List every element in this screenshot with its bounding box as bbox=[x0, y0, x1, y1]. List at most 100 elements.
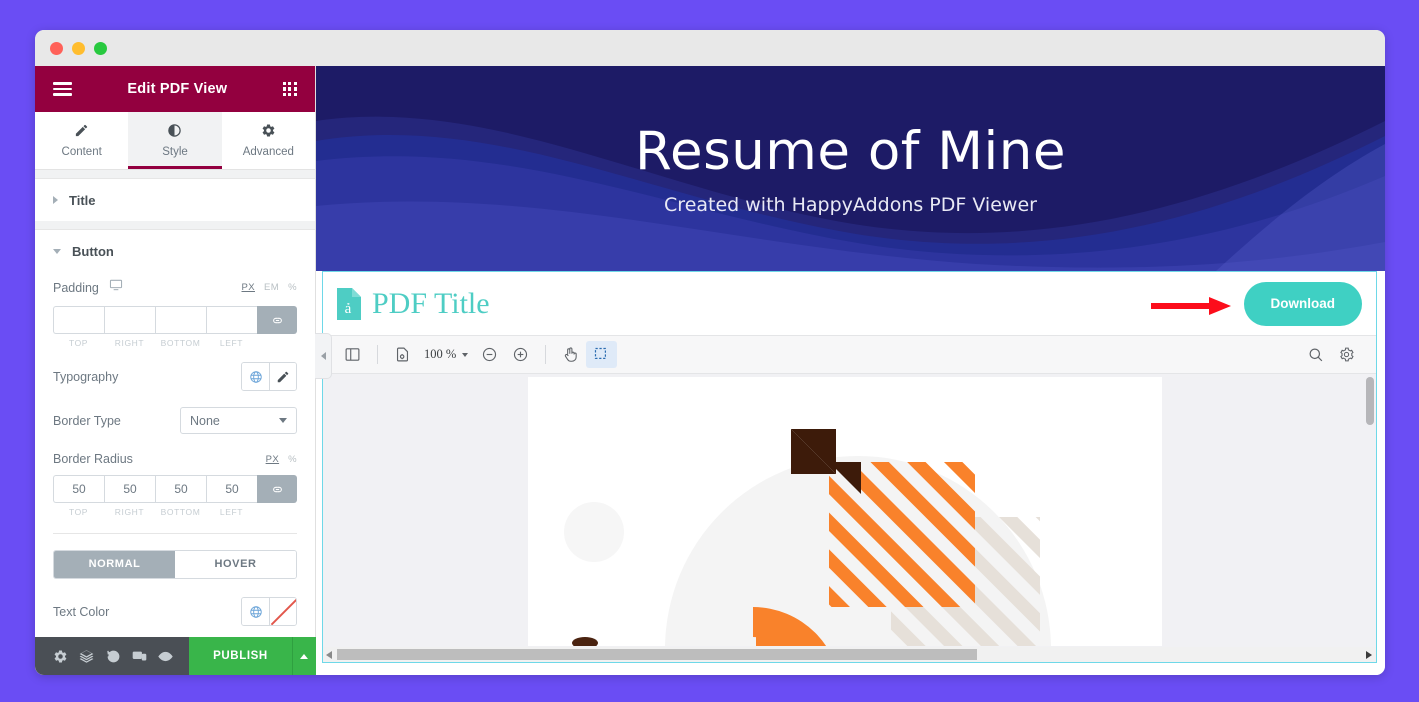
padding-left-label: LEFT bbox=[219, 338, 244, 348]
history-icon[interactable] bbox=[100, 649, 126, 664]
zoom-level-select[interactable]: 100 % bbox=[418, 347, 474, 362]
padding-right-label: RIGHT bbox=[114, 338, 145, 348]
border-radius-unit-percent[interactable]: % bbox=[288, 454, 297, 465]
state-tab-normal[interactable]: NORMAL bbox=[54, 551, 175, 578]
border-type-select[interactable]: None bbox=[180, 407, 297, 434]
padding-left-input[interactable] bbox=[206, 306, 257, 334]
desktop-icon[interactable] bbox=[109, 278, 123, 297]
settings-gear-icon[interactable] bbox=[47, 649, 73, 664]
preview-area: Resume of Mine Created with HappyAddons … bbox=[315, 66, 1385, 675]
hamburger-icon[interactable] bbox=[53, 82, 72, 96]
padding-top-input[interactable] bbox=[53, 306, 104, 334]
text-color-control-row: Text Color bbox=[53, 597, 297, 626]
padding-top-cell: TOP bbox=[53, 306, 104, 348]
editor-sidebar: Edit PDF View Content Style Advanced Tit… bbox=[35, 66, 317, 675]
scroll-left-arrow-icon[interactable] bbox=[326, 650, 332, 659]
tab-content[interactable]: Content bbox=[35, 112, 129, 169]
section-title[interactable]: Title bbox=[35, 179, 315, 221]
radius-top-input[interactable] bbox=[53, 475, 104, 503]
padding-unit-em[interactable]: EM bbox=[264, 282, 279, 293]
tab-style[interactable]: Style bbox=[128, 112, 222, 169]
toolbar-separator bbox=[545, 345, 547, 364]
border-type-control-row: Border Type None bbox=[53, 407, 297, 434]
hero-subtitle: Created with HappyAddons PDF Viewer bbox=[664, 194, 1037, 216]
radius-top-cell: TOP bbox=[53, 475, 104, 517]
pdf-page-artwork bbox=[528, 377, 1162, 646]
search-icon[interactable] bbox=[1300, 341, 1331, 368]
radius-left-input[interactable] bbox=[206, 475, 257, 503]
state-tab-hover[interactable]: HOVER bbox=[175, 551, 296, 578]
padding-bottom-input[interactable] bbox=[155, 306, 206, 334]
publish-options-caret-icon[interactable] bbox=[291, 637, 317, 675]
browser-window: Edit PDF View Content Style Advanced Tit… bbox=[35, 30, 1385, 675]
pencil-icon bbox=[74, 123, 89, 141]
window-maximize-button[interactable] bbox=[94, 41, 107, 55]
chevron-down-icon bbox=[53, 248, 61, 254]
border-radius-link-icon[interactable] bbox=[257, 475, 297, 503]
padding-left-cell: LEFT bbox=[206, 306, 257, 348]
navigator-layers-icon[interactable] bbox=[73, 649, 99, 664]
padding-inputs: TOP RIGHT BOTTOM LEFT bbox=[53, 306, 297, 348]
download-button[interactable]: Download bbox=[1243, 281, 1362, 326]
text-color-buttons bbox=[241, 597, 297, 626]
vertical-scrollbar[interactable] bbox=[1366, 377, 1374, 646]
pencil-edit-icon[interactable] bbox=[269, 363, 296, 390]
publish-button[interactable]: PUBLISH bbox=[189, 637, 292, 675]
vertical-scrollbar-thumb[interactable] bbox=[1366, 377, 1374, 425]
radius-bottom-label: BOTTOM bbox=[160, 507, 201, 517]
window-close-button[interactable] bbox=[50, 41, 63, 55]
text-color-swatch-none[interactable] bbox=[269, 598, 296, 625]
window-minimize-button[interactable] bbox=[72, 41, 85, 55]
section-button[interactable]: Button bbox=[35, 230, 315, 272]
padding-right-input[interactable] bbox=[104, 306, 155, 334]
padding-unit-px[interactable]: PX bbox=[242, 282, 255, 293]
pdf-viewer-canvas[interactable] bbox=[323, 374, 1376, 662]
radius-right-cell: RIGHT bbox=[104, 475, 155, 517]
section-title-label: Title bbox=[69, 192, 96, 208]
zoom-out-icon[interactable] bbox=[474, 341, 505, 368]
document-properties-icon[interactable] bbox=[387, 341, 418, 368]
tab-advanced[interactable]: Advanced bbox=[221, 112, 315, 169]
toolbar-separator bbox=[377, 345, 378, 364]
radius-right-label: RIGHT bbox=[114, 507, 145, 517]
pdf-widget: ả PDF Title Download 100 % bbox=[322, 271, 1377, 663]
grid-apps-icon[interactable] bbox=[282, 81, 297, 97]
typography-buttons bbox=[241, 362, 297, 391]
responsive-mode-icon[interactable] bbox=[126, 649, 152, 664]
border-type-label: Border Type bbox=[53, 413, 121, 428]
radius-right-input[interactable] bbox=[104, 475, 155, 503]
horizontal-scrollbar[interactable] bbox=[323, 647, 1376, 662]
border-radius-unit-px[interactable]: PX bbox=[266, 454, 279, 465]
hand-tool-icon[interactable] bbox=[555, 341, 586, 368]
tab-style-label: Style bbox=[162, 146, 188, 158]
section-divider bbox=[35, 221, 315, 230]
selection-tool-icon[interactable] bbox=[586, 341, 618, 368]
sidebar-toggle-icon[interactable] bbox=[337, 341, 368, 368]
padding-unit-percent[interactable]: % bbox=[288, 282, 297, 293]
horizontal-scrollbar-thumb[interactable] bbox=[337, 649, 977, 660]
padding-top-label: TOP bbox=[68, 338, 89, 348]
border-type-value: None bbox=[190, 413, 220, 428]
padding-link-icon[interactable] bbox=[257, 306, 297, 334]
panel-collapse-handle[interactable] bbox=[315, 333, 332, 379]
red-arrow-icon bbox=[1151, 297, 1231, 315]
border-radius-inputs: TOP RIGHT BOTTOM LEFT bbox=[53, 475, 297, 517]
zoom-in-icon[interactable] bbox=[505, 341, 536, 368]
padding-units: PX EM % bbox=[236, 282, 298, 293]
radius-bottom-input[interactable] bbox=[155, 475, 206, 503]
radius-left-label: LEFT bbox=[219, 507, 244, 517]
panel-tabs: Content Style Advanced bbox=[35, 112, 315, 170]
gear-icon[interactable] bbox=[1331, 341, 1362, 368]
padding-bottom-cell: BOTTOM bbox=[155, 306, 206, 348]
preview-eye-icon[interactable] bbox=[153, 649, 179, 664]
padding-bottom-label: BOTTOM bbox=[160, 338, 201, 348]
window-titlebar bbox=[35, 30, 1385, 66]
pdf-toolbar: 100 % bbox=[323, 335, 1376, 374]
editor-bottom-bar: PUBLISH bbox=[35, 637, 317, 675]
globe-icon[interactable] bbox=[242, 598, 269, 625]
section-divider bbox=[35, 170, 315, 179]
pdf-title-group: ả PDF Title bbox=[335, 287, 490, 321]
globe-icon[interactable] bbox=[242, 363, 269, 390]
scroll-right-arrow-icon[interactable] bbox=[1366, 650, 1372, 659]
tab-advanced-label: Advanced bbox=[242, 146, 294, 158]
